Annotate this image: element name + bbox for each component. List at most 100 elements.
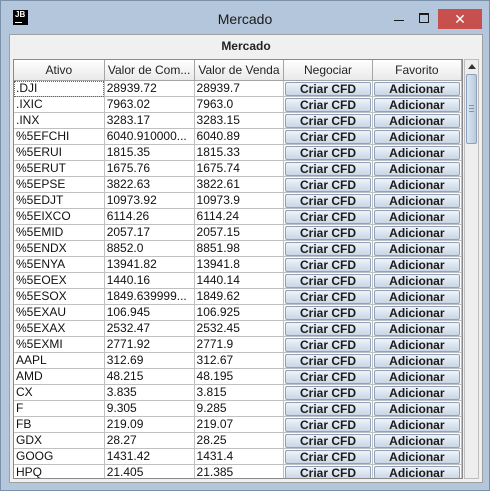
criar-cfd-button[interactable]: Criar CFD — [285, 113, 371, 128]
criar-cfd-button[interactable]: Criar CFD — [285, 81, 371, 96]
col-header-favorito[interactable]: Favorito — [372, 60, 462, 81]
adicionar-button[interactable]: Adicionar — [373, 81, 460, 96]
cell-ativo[interactable]: %5ENYA — [14, 256, 105, 273]
maximize-button[interactable] — [413, 9, 435, 29]
cell-ativo[interactable]: F — [14, 400, 105, 417]
adicionar-button[interactable]: Adicionar — [373, 113, 460, 128]
cell-valor-compra[interactable]: 2771.92 — [104, 336, 195, 353]
cell-ativo[interactable]: %5EXAU — [14, 304, 105, 321]
table-row[interactable]: .DJI 28939.72 28939.7 Criar CFD Adicionar — [14, 80, 462, 97]
cell-valor-venda[interactable]: 219.07 — [194, 416, 285, 433]
adicionar-button[interactable]: Adicionar — [373, 385, 460, 400]
cell-valor-venda[interactable]: 1440.14 — [194, 272, 285, 289]
adicionar-button[interactable]: Adicionar — [373, 353, 460, 368]
cell-valor-compra[interactable]: 10973.92 — [104, 192, 195, 209]
criar-cfd-button[interactable]: Criar CFD — [285, 321, 371, 336]
scroll-up-arrow-icon[interactable] — [468, 64, 476, 69]
col-header-valor-venda[interactable]: Valor de Venda — [194, 60, 285, 81]
cell-valor-compra[interactable]: 3.835 — [104, 384, 195, 401]
cell-valor-venda[interactable]: 6040.89 — [194, 128, 285, 145]
criar-cfd-button[interactable]: Criar CFD — [285, 385, 371, 400]
cell-valor-venda[interactable]: 3822.61 — [194, 176, 285, 193]
adicionar-button[interactable]: Adicionar — [373, 97, 460, 112]
table-row[interactable]: %5EIXCO 6114.26 6114.24 Criar CFD Adicionar — [14, 208, 462, 225]
table-row[interactable]: AMD 48.215 48.195 Criar CFD Adicionar — [14, 368, 462, 385]
table-row[interactable]: F 9.305 9.285 Criar CFD Adicionar — [14, 400, 462, 417]
criar-cfd-button[interactable]: Criar CFD — [285, 449, 371, 464]
col-header-negociar[interactable]: Negociar — [283, 60, 373, 81]
cell-valor-compra[interactable]: 6040.910000... — [104, 128, 195, 145]
table-row[interactable]: .IXIC 7963.02 7963.0 Criar CFD Adicionar — [14, 96, 462, 113]
cell-ativo[interactable]: %5EXAX — [14, 320, 105, 337]
cell-valor-compra[interactable]: 8852.0 — [104, 240, 195, 257]
adicionar-button[interactable]: Adicionar — [373, 257, 460, 272]
table-row[interactable]: %5EDJT 10973.92 10973.9 Criar CFD Adicionar — [14, 192, 462, 209]
cell-ativo[interactable]: %5EPSE — [14, 176, 105, 193]
cell-valor-venda[interactable]: 9.285 — [194, 400, 285, 417]
cell-valor-venda[interactable]: 10973.9 — [194, 192, 285, 209]
criar-cfd-button[interactable]: Criar CFD — [285, 209, 371, 224]
table-row[interactable]: %5ENYA 13941.82 13941.8 Criar CFD Adicionar — [14, 256, 462, 273]
cell-ativo[interactable]: GOOG — [14, 448, 105, 465]
cell-valor-compra[interactable]: 2057.17 — [104, 224, 195, 241]
cell-ativo[interactable]: AMD — [14, 368, 105, 385]
table-row[interactable]: %5EXAU 106.945 106.925 Criar CFD Adicionar — [14, 304, 462, 321]
table-row[interactable]: FB 219.09 219.07 Criar CFD Adicionar — [14, 416, 462, 433]
cell-valor-compra[interactable]: 28939.72 — [104, 80, 195, 97]
adicionar-button[interactable]: Adicionar — [373, 401, 460, 416]
cell-valor-compra[interactable]: 219.09 — [104, 416, 195, 433]
cell-valor-compra[interactable]: 1675.76 — [104, 160, 195, 177]
adicionar-button[interactable]: Adicionar — [373, 369, 460, 384]
adicionar-button[interactable]: Adicionar — [373, 161, 460, 176]
cell-ativo[interactable]: %5EMID — [14, 224, 105, 241]
vertical-scrollbar[interactable] — [464, 59, 479, 479]
cell-valor-venda[interactable]: 6114.24 — [194, 208, 285, 225]
adicionar-button[interactable]: Adicionar — [373, 433, 460, 448]
cell-valor-compra[interactable]: 106.945 — [104, 304, 195, 321]
table-row[interactable]: %5ERUI 1815.35 1815.33 Criar CFD Adicionar — [14, 144, 462, 161]
cell-valor-compra[interactable]: 2532.47 — [104, 320, 195, 337]
criar-cfd-button[interactable]: Criar CFD — [285, 337, 371, 352]
criar-cfd-button[interactable]: Criar CFD — [285, 369, 371, 384]
cell-ativo[interactable]: %5ENDX — [14, 240, 105, 257]
table-row[interactable]: %5EXAX 2532.47 2532.45 Criar CFD Adicionar — [14, 320, 462, 337]
cell-valor-venda[interactable]: 2532.45 — [194, 320, 285, 337]
cell-valor-venda[interactable]: 106.925 — [194, 304, 285, 321]
cell-valor-compra[interactable]: 28.27 — [104, 432, 195, 449]
scrollbar-thumb[interactable] — [466, 74, 477, 144]
cell-ativo[interactable]: %5EOEX — [14, 272, 105, 289]
title-bar[interactable]: JB Mercado ✕ — [1, 1, 489, 31]
cell-valor-compra[interactable]: 1431.42 — [104, 448, 195, 465]
table-row[interactable]: GDX 28.27 28.25 Criar CFD Adicionar — [14, 432, 462, 449]
criar-cfd-button[interactable]: Criar CFD — [285, 353, 371, 368]
cell-valor-compra[interactable]: 1815.35 — [104, 144, 195, 161]
cell-valor-venda[interactable]: 1675.74 — [194, 160, 285, 177]
adicionar-button[interactable]: Adicionar — [373, 305, 460, 320]
cell-valor-venda[interactable]: 2057.15 — [194, 224, 285, 241]
cell-valor-compra[interactable]: 9.305 — [104, 400, 195, 417]
criar-cfd-button[interactable]: Criar CFD — [285, 257, 371, 272]
adicionar-button[interactable]: Adicionar — [373, 241, 460, 256]
criar-cfd-button[interactable]: Criar CFD — [285, 129, 371, 144]
adicionar-button[interactable]: Adicionar — [373, 273, 460, 288]
cell-valor-venda[interactable]: 312.67 — [194, 352, 285, 369]
cell-valor-venda[interactable]: 28939.7 — [194, 80, 285, 97]
table-row[interactable]: HPQ 21.405 21.385 Criar CFD Adicionar — [14, 464, 462, 478]
cell-ativo[interactable]: %5EFCHI — [14, 128, 105, 145]
criar-cfd-button[interactable]: Criar CFD — [285, 241, 371, 256]
cell-valor-compra[interactable]: 48.215 — [104, 368, 195, 385]
criar-cfd-button[interactable]: Criar CFD — [285, 289, 371, 304]
cell-valor-venda[interactable]: 2771.9 — [194, 336, 285, 353]
criar-cfd-button[interactable]: Criar CFD — [285, 177, 371, 192]
cell-ativo[interactable]: .INX — [14, 112, 105, 129]
adicionar-button[interactable]: Adicionar — [373, 145, 460, 160]
cell-valor-compra[interactable]: 1849.639999... — [104, 288, 195, 305]
adicionar-button[interactable]: Adicionar — [373, 289, 460, 304]
cell-ativo[interactable]: %5ESOX — [14, 288, 105, 305]
adicionar-button[interactable]: Adicionar — [373, 129, 460, 144]
cell-ativo[interactable]: .IXIC — [14, 96, 105, 113]
cell-ativo[interactable]: GDX — [14, 432, 105, 449]
cell-ativo[interactable]: %5EIXCO — [14, 208, 105, 225]
cell-valor-compra[interactable]: 3283.17 — [104, 112, 195, 129]
table-row[interactable]: %5ENDX 8852.0 8851.98 Criar CFD Adicionar — [14, 240, 462, 257]
